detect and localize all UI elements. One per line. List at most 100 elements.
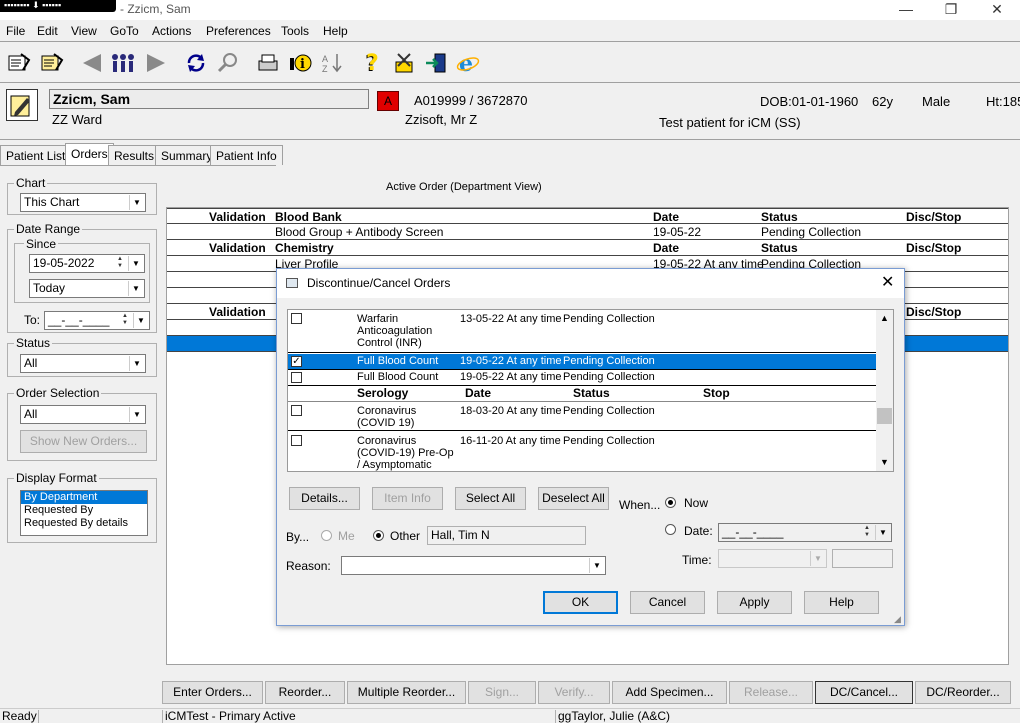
time-label: Time:: [682, 553, 712, 567]
chart-group: Chart This Chart ▼: [7, 176, 157, 215]
reason-select[interactable]: ▼: [341, 556, 606, 575]
close-button[interactable]: ✕: [977, 0, 1017, 20]
release-button[interactable]: Release...: [729, 681, 813, 704]
other-radio[interactable]: [373, 530, 384, 541]
dc-cancel-button[interactable]: DC/Cancel...: [815, 681, 913, 704]
maximize-button[interactable]: ❐: [931, 0, 971, 20]
since-date-field[interactable]: 19-05-2022 ▲ ▼ ▼: [29, 254, 145, 273]
row-checkbox[interactable]: [291, 435, 302, 446]
to-date-field[interactable]: __-__-____ ▲ ▼ ▼: [44, 311, 150, 330]
tab-orders[interactable]: Orders: [65, 143, 114, 166]
print-icon[interactable]: [254, 50, 282, 76]
patients-icon[interactable]: [5, 50, 33, 76]
time-field[interactable]: [832, 549, 893, 568]
since-preset-select[interactable]: Today ▼: [29, 279, 145, 298]
sort-icon[interactable]: AZ: [318, 50, 346, 76]
now-radio[interactable]: [665, 497, 676, 508]
me-radio[interactable]: [321, 530, 332, 541]
menu-help[interactable]: Help: [323, 24, 348, 38]
chevron-up-icon[interactable]: ▲: [880, 313, 889, 323]
date-radio[interactable]: [665, 524, 676, 535]
when-date-field[interactable]: __-__-____ ▲ ▼ ▼: [718, 523, 892, 542]
row-checkbox[interactable]: [291, 372, 302, 383]
list-item[interactable]: Warfarin Anticoagulation Control (INR) 1…: [288, 310, 877, 353]
row-checkbox[interactable]: ✓: [291, 356, 302, 367]
help-icon[interactable]: ??: [358, 50, 386, 76]
select-all-button[interactable]: Select All: [455, 487, 526, 510]
row-checkbox[interactable]: [291, 313, 302, 324]
spin-icon[interactable]: ▲ ▼: [113, 256, 127, 271]
chevron-down-icon[interactable]: ▼: [880, 457, 889, 467]
status-select[interactable]: All ▼: [20, 354, 146, 373]
table-row[interactable]: Blood Group + Antibody Screen 19-05-22 Pen…: [167, 224, 1008, 240]
status-label: Status: [14, 336, 53, 350]
verify-button[interactable]: Verify...: [538, 681, 610, 704]
since-label: Since: [24, 237, 59, 251]
enter-orders-button[interactable]: Enter Orders...: [162, 681, 263, 704]
menu-preferences[interactable]: Preferences: [206, 24, 271, 38]
spin-icon[interactable]: ▲ ▼: [118, 313, 132, 328]
menu-tools[interactable]: Tools: [281, 24, 309, 38]
cancel-button[interactable]: Cancel: [630, 591, 705, 614]
display-format-option[interactable]: By Department: [21, 491, 147, 504]
tab-patient-list[interactable]: Patient List: [0, 145, 72, 165]
ie-icon[interactable]: e: [454, 50, 482, 76]
tab-summary[interactable]: Summary: [155, 145, 219, 165]
list-scrollbar[interactable]: ▲ ▼: [876, 310, 893, 471]
display-format-option[interactable]: Requested By: [21, 504, 147, 517]
ok-button[interactable]: OK: [543, 591, 618, 614]
reorder-button[interactable]: Reorder...: [265, 681, 345, 704]
minimize-button[interactable]: —: [886, 0, 926, 20]
edit-patient-icon[interactable]: [6, 89, 38, 121]
details-button[interactable]: Details...: [289, 487, 360, 510]
alert-badge[interactable]: A: [377, 91, 399, 111]
other-label: Other: [390, 529, 421, 543]
dc-reorder-button[interactable]: DC/Reorder...: [915, 681, 1011, 704]
list-item[interactable]: Full Blood Count 19-05-22 At any time Pe…: [288, 370, 877, 386]
people-icon[interactable]: [109, 50, 137, 76]
back-icon[interactable]: [78, 50, 106, 76]
tools-icon[interactable]: [390, 50, 418, 76]
list-item[interactable]: Coronavirus (COVID-19) Pre-Op / Asymptom…: [288, 432, 877, 471]
close-icon[interactable]: ✕: [881, 272, 894, 292]
time-select[interactable]: ▼: [718, 549, 827, 568]
sign-button[interactable]: Sign...: [468, 681, 536, 704]
row-checkbox[interactable]: [291, 405, 302, 416]
menu-view[interactable]: View: [71, 24, 97, 38]
deselect-all-button[interactable]: Deselect All: [538, 487, 609, 510]
chevron-down-icon: ▼: [129, 356, 144, 371]
list-item[interactable]: Coronavirus (COVID 19) 18-03-20 At any t…: [288, 402, 877, 431]
menu-file[interactable]: File: [6, 24, 25, 38]
tab-results[interactable]: Results: [108, 145, 161, 165]
scroll-thumb[interactable]: [877, 408, 892, 424]
when-label: When...: [619, 498, 661, 512]
multiple-reorder-button[interactable]: Multiple Reorder...: [347, 681, 466, 704]
tab-patient-info[interactable]: Patient Info: [210, 145, 283, 165]
exit-icon[interactable]: [422, 50, 450, 76]
search-icon[interactable]: [214, 50, 242, 76]
forward-icon[interactable]: [142, 50, 170, 76]
resize-grip-icon[interactable]: ◢: [894, 614, 901, 625]
other-user-field[interactable]: Hall, Tim N: [427, 526, 586, 545]
grid-header: Validation Chemistry Date Status Disc/Stop: [167, 240, 1008, 256]
add-specimen-button[interactable]: Add Specimen...: [612, 681, 727, 704]
item-info-button[interactable]: Item Info: [372, 487, 443, 510]
info-icon[interactable]: i: [286, 50, 314, 76]
refresh-icon[interactable]: [182, 50, 210, 76]
list-item[interactable]: ✓ Full Blood Count 19-05-22 At any time …: [288, 354, 877, 370]
show-new-orders-button[interactable]: Show New Orders...: [20, 430, 147, 453]
window-icon: [286, 278, 298, 288]
chevron-down-icon: ▼: [128, 281, 143, 296]
apply-button[interactable]: Apply: [717, 591, 792, 614]
patient-list-icon[interactable]: [38, 50, 66, 76]
menu-goto[interactable]: GoTo: [110, 24, 139, 38]
menu-actions[interactable]: Actions: [152, 24, 191, 38]
spin-icon[interactable]: ▲ ▼: [860, 525, 874, 540]
menu-edit[interactable]: Edit: [37, 24, 58, 38]
chart-select[interactable]: This Chart ▼: [20, 193, 146, 212]
help-button[interactable]: Help: [804, 591, 879, 614]
status-environment: iCMTest - Primary Active: [162, 710, 555, 723]
order-selection-select[interactable]: All ▼: [20, 405, 146, 424]
order-view-title: Active Order (Department View): [386, 181, 542, 193]
display-format-option[interactable]: Requested By details: [21, 517, 147, 530]
